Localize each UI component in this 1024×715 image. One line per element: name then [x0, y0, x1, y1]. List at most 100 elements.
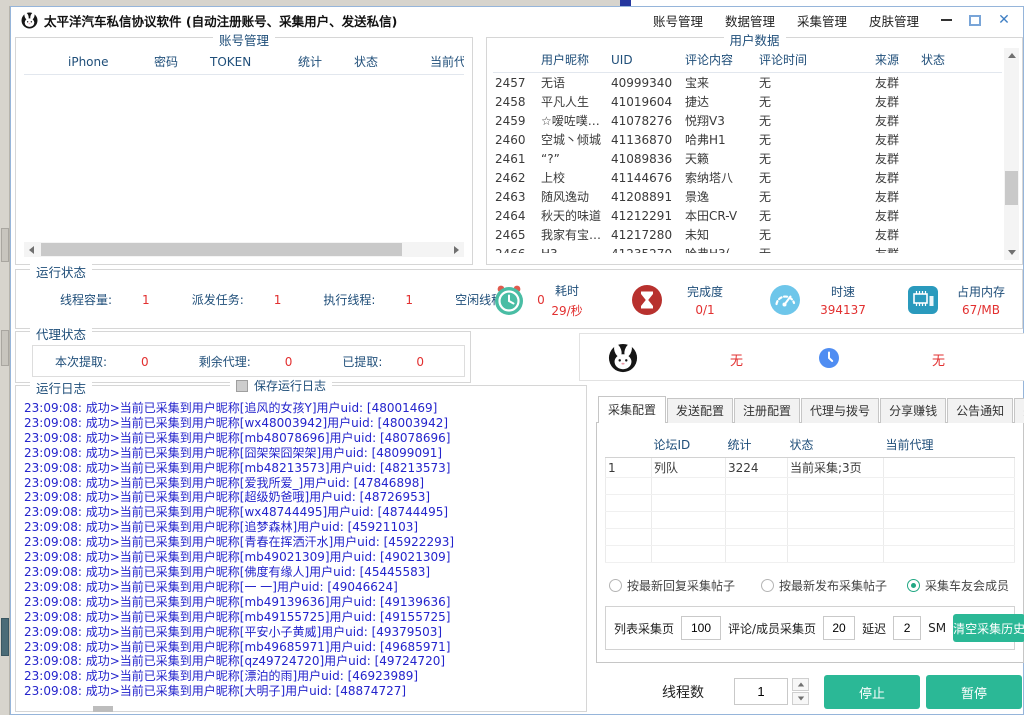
- delay-input[interactable]: [893, 616, 921, 640]
- user-table-row[interactable]: 2457 无语 40999340 宝来 无 友群: [493, 73, 1002, 93]
- account-table-header: iPhone 密码 TOKEN 统计 状态 当前代理: [24, 50, 464, 75]
- log-line: 23:09:08: 成功>当前已采集到用户昵称[mb49685971]用户uid…: [24, 640, 582, 655]
- col-nickname: 用户昵称: [539, 48, 609, 73]
- run-log-panel: 运行日志 保存运行日志 23:09:08: 成功>当前已采集到用户昵称[追风的女…: [15, 385, 587, 712]
- menu-account-management[interactable]: 账号管理: [653, 11, 703, 30]
- tab-proxy-dialup[interactable]: 代理与拨号: [801, 398, 879, 423]
- log-line: 23:09:08: 成功>当前已采集到用户昵称[超级奶爸哦]用户uid: [48…: [24, 490, 582, 505]
- forum-table-row[interactable]: 1 列队 3224 当前采集;3页: [606, 458, 1015, 478]
- user-table-row[interactable]: 2461 “?” 41089836 天籁 无 友群: [493, 149, 1002, 168]
- user-table-row[interactable]: 2463 随风逸动 41208891 景逸 无 友群: [493, 187, 1002, 206]
- user-table-row[interactable]: 2460 空城丶倾城 41136870 哈弗H1 无 友群: [493, 130, 1002, 149]
- menu-collect-management[interactable]: 采集管理: [797, 11, 847, 30]
- scroll-down-arrow-icon[interactable]: [1004, 245, 1019, 260]
- stepper-down-icon[interactable]: [792, 692, 809, 705]
- clear-collect-history-button[interactable]: 清空采集历史: [953, 614, 1024, 642]
- clock-icon: [818, 347, 840, 369]
- user-table-row[interactable]: 2464 秋天的味道 41212291 本田CR-V 无 友群: [493, 206, 1002, 225]
- pause-button[interactable]: 暂停: [926, 675, 1022, 709]
- log-line: 23:09:08: 成功>当前已采集到用户昵称[mb49139636]用户uid…: [24, 595, 582, 610]
- maximize-button[interactable]: [968, 13, 982, 27]
- scroll-left-arrow-icon[interactable]: [24, 242, 39, 257]
- vscroll-thumb[interactable]: [1005, 171, 1018, 205]
- save-log-label: 保存运行日志: [254, 377, 326, 394]
- tab-register-config[interactable]: 注册配置: [734, 398, 800, 423]
- list-page-input[interactable]: [681, 616, 721, 640]
- stat-thread-capacity: 线程容量:1: [60, 291, 150, 308]
- stat-running-threads: 执行线程:1: [323, 291, 413, 308]
- user-table-vscrollbar[interactable]: [1004, 48, 1019, 260]
- user-table-row[interactable]: 2462 上校 41144676 索纳塔八 无 友群: [493, 168, 1002, 187]
- delay-label: 延迟: [862, 620, 886, 637]
- log-line: 23:09:08: 成功>当前已采集到用户昵称[漂泊的雨]用户uid: [469…: [24, 669, 582, 684]
- comment-page-input[interactable]: [823, 616, 855, 640]
- col-iphone: iPhone: [66, 50, 152, 75]
- minimize-button[interactable]: [939, 13, 953, 27]
- gauge-completion: 完成度0/1: [630, 283, 734, 317]
- app-window: 太平洋汽车私信协议软件 (自动注册账号、采集用户、发送私信) 账号管理 数据管理…: [10, 6, 1024, 715]
- user-table-header: 用户昵称 UID 评论内容 评论时间 来源 状态: [493, 48, 1002, 73]
- log-line: 23:09:08: 成功>当前已采集到用户昵称[追风的女孩Y]用户uid: [4…: [24, 401, 582, 416]
- radio-latest-post[interactable]: 按最新发布采集帖子: [761, 577, 887, 594]
- account-panel-title: 账号管理: [213, 30, 275, 49]
- gauge-elapsed: 耗时29/秒: [492, 282, 596, 319]
- col-current-proxy: 当前代理: [884, 433, 1015, 458]
- window-controls: [939, 13, 1011, 27]
- thread-count-input[interactable]: [734, 678, 788, 705]
- stat-total-extracted: 已提取:0: [342, 353, 424, 370]
- menu-skin-management[interactable]: 皮肤管理: [869, 11, 919, 30]
- tab-announcements[interactable]: 公告通知: [947, 398, 1013, 423]
- scroll-up-arrow-icon[interactable]: [1004, 48, 1019, 63]
- proxy-info-left-value: 无: [730, 350, 743, 369]
- scroll-right-arrow-icon[interactable]: [449, 242, 464, 257]
- log-line: 23:09:08: 成功>当前已采集到用户昵称[qz49724720]用户uid…: [24, 654, 582, 669]
- proxy-info-box: 无 无: [579, 333, 1024, 381]
- tab-collect-config[interactable]: 采集配置: [598, 396, 666, 423]
- comment-page-label: 评论/成员采集页: [728, 620, 816, 637]
- user-table-row[interactable]: 2465 我家有宝… 41217280 未知 无 友群: [493, 225, 1002, 244]
- hscroll-track[interactable]: [39, 242, 449, 257]
- user-data-table[interactable]: 用户昵称 UID 评论内容 评论时间 来源 状态 2457 无语: [493, 48, 1002, 253]
- account-table-hscrollbar[interactable]: [24, 242, 464, 257]
- close-button[interactable]: [997, 13, 1011, 27]
- log-line: 23:09:08: 成功>当前已采集到用户昵称[wx48744495]用户uid…: [24, 505, 582, 520]
- screen: 太平洋汽车私信协议软件 (自动注册账号、采集用户、发送私信) 账号管理 数据管理…: [0, 0, 1024, 715]
- radio-club-members[interactable]: 采集车友会成员: [907, 577, 1009, 594]
- alarm-clock-icon: [492, 283, 526, 317]
- col-comment: 评论内容: [683, 48, 757, 73]
- stop-button[interactable]: 停止: [824, 675, 920, 709]
- log-line: 23:09:08: 成功>当前已采集到用户昵称[佛度有缘人]用户uid: [45…: [24, 565, 582, 580]
- stepper-up-icon[interactable]: [792, 678, 809, 691]
- hscroll-thumb[interactable]: [41, 243, 402, 256]
- forum-table-header: 论坛ID 统计 状态 当前代理: [606, 433, 1015, 458]
- user-table-row[interactable]: 2466 H3 41235270 哈弗H3(… 无 友群: [493, 244, 1002, 253]
- col-password: 密码: [152, 50, 208, 75]
- delay-unit: SM: [928, 621, 946, 635]
- tab-about[interactable]: 关于软件: [1014, 398, 1024, 423]
- save-log-checkbox[interactable]: [236, 380, 248, 392]
- maximize-icon: [969, 15, 981, 26]
- tab-send-config[interactable]: 发送配置: [667, 398, 733, 423]
- forum-table[interactable]: 论坛ID 统计 状态 当前代理 1 列队 3224: [605, 433, 1015, 563]
- user-data-panel: 用户数据 用户昵称 UID 评论内容 评论时间 来源 状态: [486, 37, 1023, 265]
- bottom-scrollbar-thumb[interactable]: [93, 706, 113, 712]
- save-log-option: 保存运行日志: [230, 377, 332, 394]
- col-forum-id: 论坛ID: [652, 433, 726, 458]
- window-title: 太平洋汽车私信协议软件 (自动注册账号、采集用户、发送私信): [44, 11, 397, 30]
- background-window-sliver: [0, 0, 10, 715]
- tab-share-earn[interactable]: 分享赚钱: [880, 398, 946, 423]
- gauge-memory: 占用内存67/MB: [906, 283, 1010, 317]
- menu-data-management[interactable]: 数据管理: [725, 11, 775, 30]
- log-line: 23:09:08: 成功>当前已采集到用户昵称[追梦森林]用户uid: [459…: [24, 520, 582, 535]
- user-table-row[interactable]: 2458 平凡人生 41019604 捷达 无 友群: [493, 92, 1002, 111]
- account-panel: 账号管理 iPhone 密码 TOKEN 统计 状态 当前代理: [15, 37, 473, 265]
- proxy-status-box: 本次提取:0 剩余代理:0 已提取:0: [32, 345, 465, 377]
- account-table[interactable]: iPhone 密码 TOKEN 统计 状态 当前代理: [24, 50, 464, 236]
- run-log-output[interactable]: 23:09:08: 成功>当前已采集到用户昵称[追风的女孩Y]用户uid: [4…: [24, 401, 582, 708]
- col-current-proxy: 当前代理: [428, 50, 464, 75]
- radio-latest-reply[interactable]: 按最新回复采集帖子: [609, 577, 735, 594]
- log-line: 23:09:08: 成功>当前已采集到用户昵称[爱我所爱_]用户uid: [47…: [24, 476, 582, 491]
- titlebar: 太平洋汽车私信协议软件 (自动注册账号、采集用户、发送私信) 账号管理 数据管理…: [11, 7, 1023, 33]
- user-table-row[interactable]: 2459 ☆嗳咗噗… 41078276 悦翔V3 无 友群: [493, 111, 1002, 130]
- radio-icon: [609, 579, 622, 592]
